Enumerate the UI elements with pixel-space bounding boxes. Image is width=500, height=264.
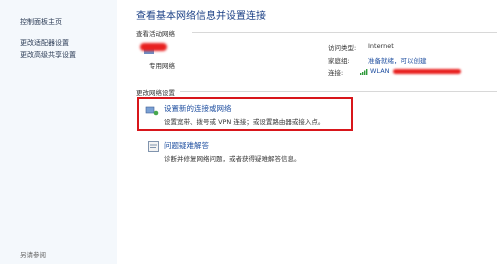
troubleshoot-icon — [148, 141, 159, 152]
connection-label: 连接: — [328, 69, 344, 77]
setup-new-connection-description: 设置宽带、拨号或 VPN 连接；或设置路由器或接入点。 — [164, 118, 325, 126]
network-type-label: 专用网络 — [149, 62, 175, 70]
page-title: 查看基本网络信息并设置连接 — [136, 11, 266, 22]
section-divider — [192, 32, 497, 33]
access-type-value: Internet — [368, 42, 394, 50]
homegroup-label: 家庭组: — [328, 57, 350, 65]
section-divider-2 — [180, 91, 497, 92]
sidebar-item-advanced-sharing-settings[interactable]: 更改高级共享设置 — [20, 50, 76, 60]
homegroup-link[interactable]: 准备就绪，可以创建 — [368, 55, 427, 65]
redacted-network-name — [140, 43, 167, 51]
see-also-label: 另请参阅 — [20, 251, 46, 259]
setup-new-connection-link[interactable]: 设置新的连接或网络 — [164, 103, 232, 114]
sidebar-item-change-adapter-settings[interactable]: 更改适配器设置 — [20, 38, 69, 48]
change-network-settings-label: 更改网络设置 — [136, 89, 175, 97]
sidebar-item-control-panel-home[interactable]: 控制面板主页 — [20, 17, 62, 27]
troubleshoot-problems-link[interactable]: 问题疑难解答 — [164, 140, 209, 151]
troubleshoot-problems-description: 诊断并修复网络问题，或者获得疑难解答信息。 — [164, 155, 301, 163]
network-connection-icon — [145, 106, 159, 116]
access-type-label: 访问类型: — [328, 44, 357, 52]
sidebar: 控制面板主页 更改适配器设置 更改高级共享设置 另请参阅 — [0, 0, 117, 264]
redacted-ssid — [393, 69, 461, 74]
wlan-connection-link[interactable]: WLAN — [370, 67, 390, 75]
wifi-signal-icon — [360, 69, 368, 75]
active-networks-label: 查看活动网络 — [136, 30, 175, 38]
